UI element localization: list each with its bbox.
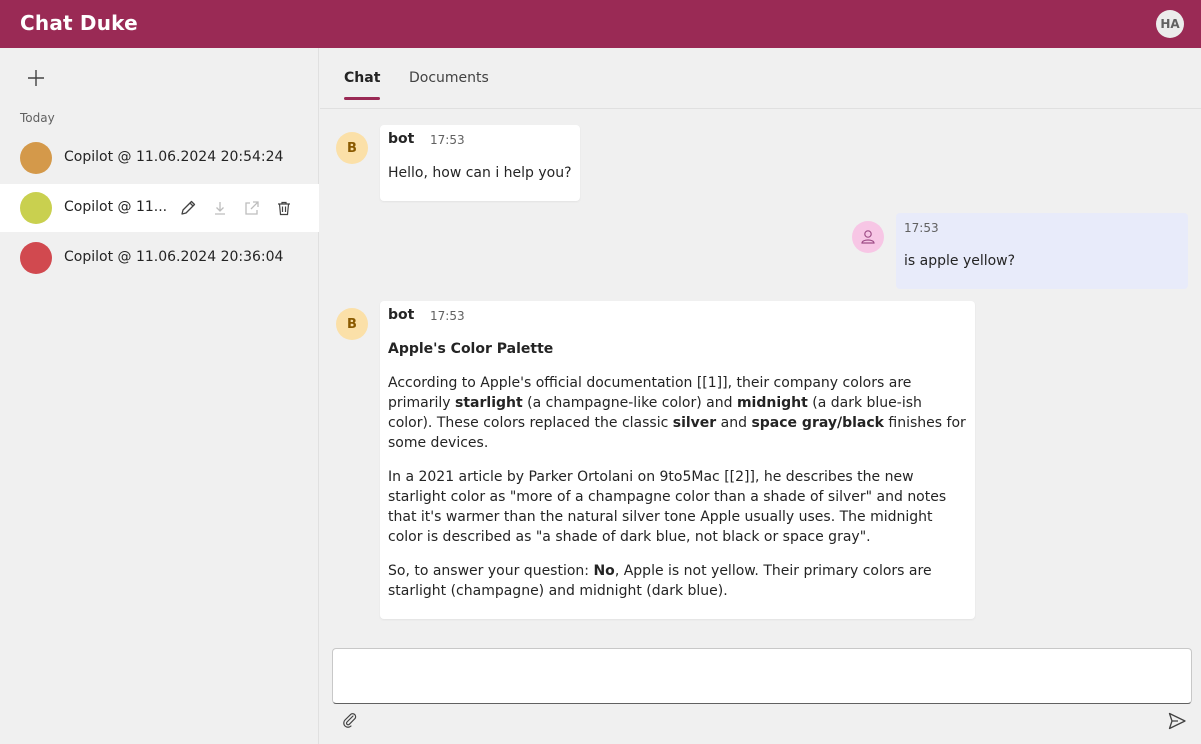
message-time: 17:53: [430, 309, 465, 323]
sidebar: Today Copilot @ 11.06.2024 20:54:24 Copi…: [0, 48, 319, 744]
person-icon: [861, 230, 875, 244]
message-sender: bot: [388, 131, 415, 147]
download-icon: [215, 202, 225, 215]
chat-title: Copilot @ 11.06.2024 20:54:24: [64, 149, 284, 165]
share-icon: [245, 201, 259, 215]
bot-avatar: B: [336, 132, 368, 164]
message-input[interactable]: [332, 648, 1192, 704]
delete-icon: [278, 201, 290, 216]
send-icon: [1168, 712, 1186, 730]
message-text: is apple yellow?: [904, 253, 1016, 269]
message-time: 17:53: [904, 221, 939, 235]
paperclip-icon: [343, 713, 357, 728]
bot-message: bot 17:53 Apple's Color Palette Accordin…: [380, 301, 975, 619]
message-time: 17:53: [430, 133, 465, 147]
chat-list-item[interactable]: Copilot @ 11.06.2024 20:54:24: [0, 134, 319, 182]
new-chat-button[interactable]: [24, 66, 48, 90]
message-heading: Apple's Color Palette: [388, 341, 554, 357]
message-paragraph: In a 2021 article by Parker Ortolani on …: [388, 469, 947, 545]
send-button[interactable]: [1166, 710, 1188, 732]
paragraph-text: (a champagne-like color) and: [522, 395, 737, 411]
section-label-today: Today: [20, 111, 55, 125]
app-header: Chat Duke HA: [0, 0, 1201, 48]
message-paragraph: According to Apple's official documentat…: [388, 373, 970, 453]
bold-text: No: [593, 563, 615, 579]
share-chat-button[interactable]: [242, 198, 262, 218]
bold-text: silver: [672, 415, 717, 431]
tab-documents[interactable]: Documents: [409, 70, 489, 86]
edit-icon: [181, 200, 196, 215]
bot-message: bot 17:53 Hello, how can i help you?: [380, 125, 580, 201]
paragraph-text: So, to answer your question:: [388, 563, 594, 579]
chat-avatar: [20, 192, 52, 224]
chat-avatar: [20, 242, 52, 274]
bot-avatar: B: [336, 308, 368, 340]
user-message-avatar: [852, 221, 884, 253]
download-chat-button[interactable]: [210, 198, 230, 218]
main-panel: Chat Documents B bot 17:53 Hello, how ca…: [320, 48, 1201, 744]
tab-bar: Chat Documents: [320, 48, 1201, 109]
user-message: 17:53 is apple yellow?: [896, 213, 1188, 289]
bold-text: space gray/black: [751, 415, 884, 431]
app-title: Chat Duke: [20, 11, 138, 35]
edit-chat-button[interactable]: [178, 198, 198, 218]
message-paragraph: So, to answer your question: No, Apple i…: [388, 561, 953, 601]
attach-button[interactable]: [340, 710, 360, 730]
paragraph-text: and: [716, 415, 752, 431]
bold-text: midnight: [736, 395, 808, 411]
active-tab-indicator: [344, 97, 380, 100]
chat-list-item-selected[interactable]: Copilot @ 11...: [0, 184, 319, 232]
message-text: Hello, how can i help you?: [388, 165, 572, 181]
chat-title: Copilot @ 11.06.2024 20:36:04: [64, 249, 284, 265]
chat-title: Copilot @ 11...: [64, 199, 168, 215]
delete-chat-button[interactable]: [274, 198, 294, 218]
bold-text: starlight: [455, 395, 523, 411]
tab-chat[interactable]: Chat: [344, 70, 380, 86]
chat-avatar: [20, 142, 52, 174]
plus-icon: [28, 70, 44, 86]
chat-list-item[interactable]: Copilot @ 11.06.2024 20:36:04: [0, 234, 319, 282]
user-avatar[interactable]: HA: [1156, 10, 1184, 38]
message-sender: bot: [388, 307, 415, 323]
